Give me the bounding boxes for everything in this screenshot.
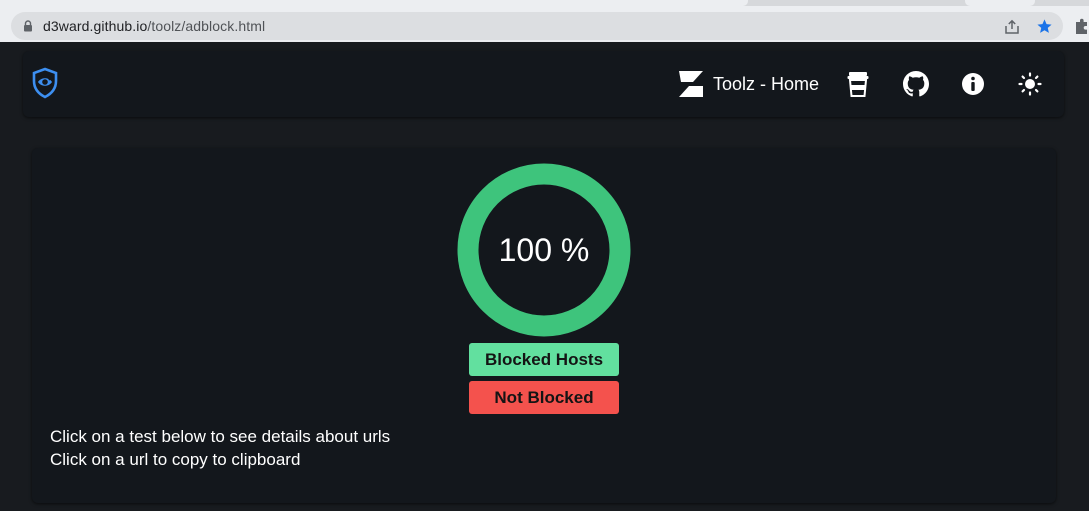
- address-bar[interactable]: d3ward.github.io/toolz/adblock.html: [11, 12, 1063, 40]
- lock-icon[interactable]: [23, 20, 33, 32]
- extensions-icon[interactable]: [1073, 18, 1089, 36]
- info-icon[interactable]: [959, 69, 987, 99]
- top-navbar: Toolz - Home: [23, 51, 1064, 117]
- sun-icon[interactable]: [1016, 69, 1044, 99]
- github-icon[interactable]: [902, 69, 930, 99]
- browser-toolbar: d3ward.github.io/toolz/adblock.html: [0, 6, 1089, 42]
- url-host: d3ward.github.io: [43, 18, 148, 34]
- bookmark-star-icon[interactable]: [1036, 18, 1053, 35]
- shield-eye-icon[interactable]: [31, 67, 59, 99]
- home-link-label: Toolz - Home: [713, 73, 820, 94]
- url-text[interactable]: d3ward.github.io/toolz/adblock.html: [43, 18, 265, 34]
- result-card: 100 % Blocked Hosts Not Blocked Click on…: [32, 148, 1056, 503]
- blocked-hosts-legend: Blocked Hosts: [469, 343, 619, 376]
- not-blocked-legend: Not Blocked: [469, 381, 619, 414]
- instructions-text: Click on a test below to see details abo…: [50, 425, 390, 471]
- toolz-logo-icon: [679, 71, 703, 97]
- share-icon[interactable]: [1004, 19, 1020, 35]
- instruction-line-2: Click on a url to copy to clipboard: [50, 450, 301, 469]
- gauge-percent-label: 100 %: [498, 231, 590, 268]
- url-path: /toolz/adblock.html: [147, 18, 266, 34]
- coffee-cup-icon[interactable]: [844, 69, 872, 99]
- instruction-line-1: Click on a test below to see details abo…: [50, 427, 391, 446]
- toolz-home-link[interactable]: Toolz - Home: [677, 69, 819, 99]
